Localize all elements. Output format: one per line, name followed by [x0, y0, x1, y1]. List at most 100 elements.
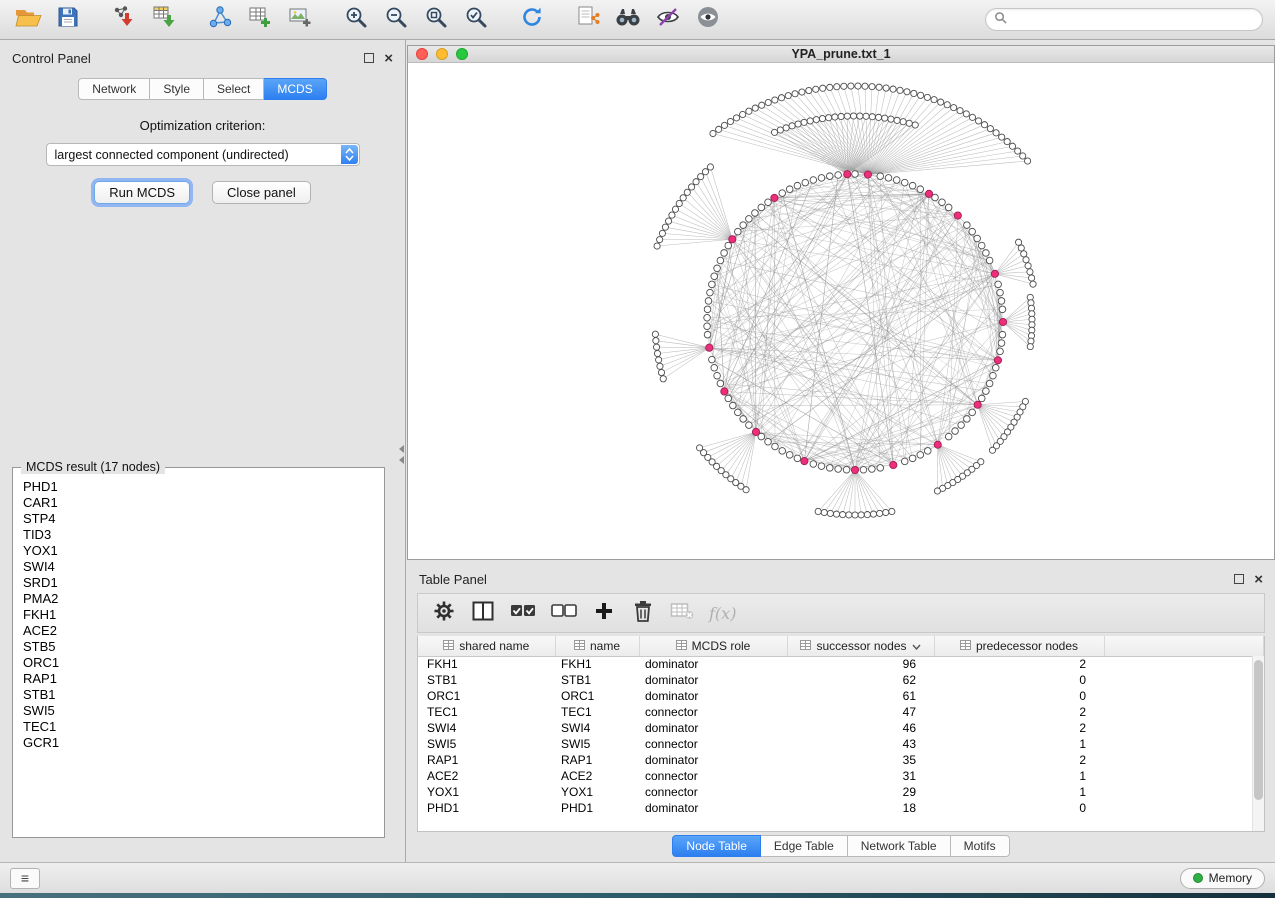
graph-node[interactable] [827, 510, 833, 516]
table-cell[interactable]: connector [639, 704, 787, 720]
graph-node[interactable] [794, 182, 801, 189]
graph-node[interactable] [733, 115, 739, 121]
graph-node[interactable] [983, 388, 990, 395]
window-close-button[interactable] [416, 48, 428, 60]
delete-column-button[interactable] [631, 600, 655, 626]
graph-node[interactable] [813, 117, 819, 123]
graph-node[interactable] [1027, 344, 1033, 350]
table-cell[interactable]: RAP1 [418, 752, 555, 768]
graph-node[interactable] [721, 122, 727, 128]
graph-node[interactable] [843, 466, 850, 473]
graph-dominator-node[interactable] [999, 318, 1006, 325]
graph-node[interactable] [869, 466, 876, 473]
graph-node[interactable] [964, 222, 971, 229]
graph-node[interactable] [740, 111, 746, 117]
import-table-button[interactable] [148, 4, 180, 36]
graph-node[interactable] [752, 210, 759, 217]
network-canvas[interactable] [407, 63, 1275, 560]
table-cell[interactable]: TEC1 [555, 704, 639, 720]
table-cell[interactable]: dominator [639, 720, 787, 736]
graph-node[interactable] [999, 134, 1005, 140]
graph-node[interactable] [827, 84, 833, 90]
graph-node[interactable] [934, 488, 940, 494]
graph-dominator-node[interactable] [994, 357, 1001, 364]
column-header-successor-nodes[interactable]: successor nodes [787, 636, 934, 656]
export-image-button[interactable] [284, 4, 316, 36]
graph-dominator-node[interactable] [925, 190, 932, 197]
tab-network-table[interactable]: Network Table [848, 835, 951, 857]
zoom-fit-button[interactable] [420, 4, 452, 36]
graph-node[interactable] [978, 242, 985, 249]
table-cell[interactable]: SWI4 [418, 720, 555, 736]
graph-node[interactable] [969, 228, 976, 235]
graph-dominator-node[interactable] [991, 270, 998, 277]
graph-node[interactable] [758, 204, 765, 211]
graph-node[interactable] [912, 122, 918, 128]
table-row[interactable]: YOX1YOX1connector291 [418, 784, 1264, 800]
table-cell[interactable]: dominator [639, 800, 787, 816]
graph-node[interactable] [653, 344, 659, 350]
graph-node[interactable] [901, 179, 908, 186]
graph-node[interactable] [680, 195, 686, 201]
graph-node[interactable] [885, 175, 892, 182]
tab-select[interactable]: Select [204, 78, 264, 100]
graph-node[interactable] [862, 83, 868, 89]
graph-node[interactable] [852, 512, 858, 518]
mcds-result-item[interactable]: FKH1 [23, 607, 383, 623]
graph-node[interactable] [917, 186, 924, 193]
graph-node[interactable] [657, 237, 663, 243]
tab-network[interactable]: Network [78, 78, 150, 100]
graph-node[interactable] [659, 230, 665, 236]
graph-node[interactable] [696, 445, 702, 451]
graph-node[interactable] [904, 89, 910, 95]
tab-edge-table[interactable]: Edge Table [761, 835, 848, 857]
table-cell[interactable]: 2 [934, 656, 1104, 672]
graph-node[interactable] [704, 306, 711, 313]
mcds-result-item[interactable]: RAP1 [23, 671, 383, 687]
unselect-all-columns-button[interactable] [551, 600, 577, 626]
table-row[interactable]: SWI5SWI5connector431 [418, 736, 1264, 752]
graph-node[interactable] [792, 91, 798, 97]
graph-node[interactable] [672, 206, 678, 212]
graph-node[interactable] [939, 199, 946, 206]
graph-node[interactable] [704, 323, 711, 330]
table-cell[interactable]: 96 [787, 656, 934, 672]
graph-node[interactable] [772, 97, 778, 103]
graph-node[interactable] [789, 123, 795, 129]
graph-node[interactable] [944, 102, 950, 108]
graph-node[interactable] [924, 94, 930, 100]
mcds-result-item[interactable]: STB5 [23, 639, 383, 655]
graph-node[interactable] [676, 200, 682, 206]
graph-node[interactable] [998, 340, 1005, 347]
table-scrollbar[interactable] [1252, 656, 1264, 831]
graph-node[interactable] [795, 121, 801, 127]
graph-node[interactable] [818, 463, 825, 470]
zoom-in-button[interactable] [340, 4, 372, 36]
table-cell[interactable]: 31 [787, 768, 934, 784]
graph-node[interactable] [1004, 138, 1010, 144]
table-cell[interactable]: 0 [934, 688, 1104, 704]
mcds-result-item[interactable]: SWI4 [23, 559, 383, 575]
graph-node[interactable] [654, 350, 660, 356]
mcds-result-item[interactable]: CAR1 [23, 495, 383, 511]
show-columns-button[interactable] [471, 600, 495, 626]
graph-node[interactable] [917, 452, 924, 459]
table-row[interactable]: SWI4SWI4dominator462 [418, 720, 1264, 736]
graph-node[interactable] [974, 235, 981, 242]
graph-node[interactable] [652, 331, 658, 337]
mcds-result-item[interactable]: TEC1 [23, 719, 383, 735]
graph-node[interactable] [820, 85, 826, 91]
graph-node[interactable] [658, 369, 664, 375]
table-cell[interactable]: 2 [934, 720, 1104, 736]
graph-dominator-node[interactable] [934, 441, 941, 448]
graph-node[interactable] [1015, 239, 1021, 245]
graph-node[interactable] [952, 428, 959, 435]
graph-node[interactable] [992, 364, 999, 371]
graph-node[interactable] [725, 242, 732, 249]
mcds-result-item[interactable]: STP4 [23, 511, 383, 527]
graph-node[interactable] [709, 281, 716, 288]
table-cell[interactable]: 35 [787, 752, 934, 768]
graph-node[interactable] [714, 372, 721, 379]
mcds-result-item[interactable]: ORC1 [23, 655, 383, 671]
table-cell[interactable]: 62 [787, 672, 934, 688]
